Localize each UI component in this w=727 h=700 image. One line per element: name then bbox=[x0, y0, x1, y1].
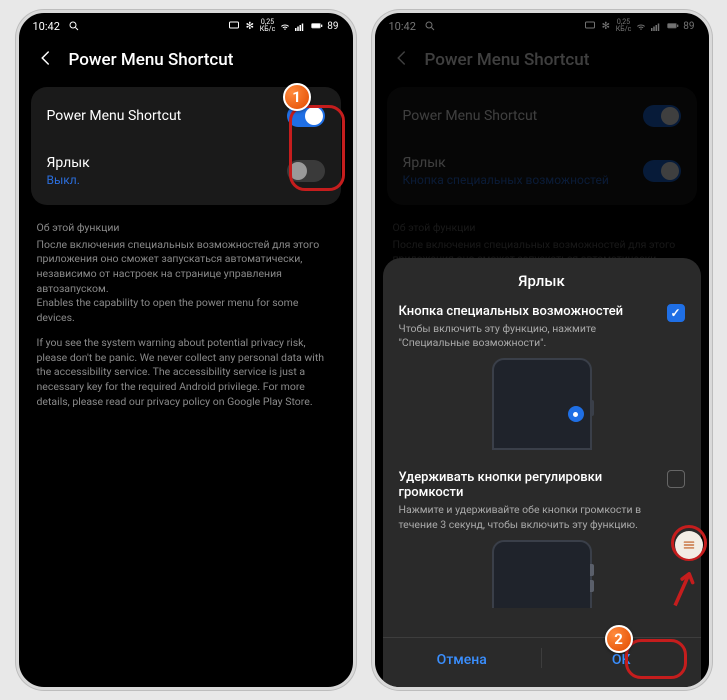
wifi-icon bbox=[279, 20, 291, 32]
option-desc: Нажмите и удерживайте обе кнопки громкос… bbox=[399, 503, 657, 531]
bluetooth-icon: ✻ bbox=[244, 20, 256, 32]
info-heading: Об этой функции bbox=[37, 221, 335, 236]
row-label: Ярлык bbox=[47, 155, 90, 171]
status-battery: 89 bbox=[327, 21, 338, 32]
signal-icon bbox=[651, 20, 663, 32]
status-bar: 10:42 ✻ 0,25 КБ/с 89 bbox=[19, 13, 353, 39]
back-button[interactable] bbox=[37, 49, 55, 71]
wifi-icon bbox=[635, 20, 647, 32]
status-time: 10:42 bbox=[389, 20, 416, 33]
settings-card: Power Menu Shortcut Ярлык Выкл. bbox=[31, 87, 341, 205]
option-title: Удерживать кнопки регулировки громкости bbox=[399, 470, 657, 500]
row-power-menu-shortcut[interactable]: Power Menu Shortcut bbox=[31, 91, 341, 141]
search-icon bbox=[68, 20, 80, 32]
cast-icon bbox=[228, 20, 240, 32]
page-title: Power Menu Shortcut bbox=[69, 50, 234, 70]
row-label: Power Menu Shortcut bbox=[47, 108, 182, 124]
info-heading: Об этой функции bbox=[393, 221, 691, 236]
row-label: Power Menu Shortcut bbox=[403, 108, 538, 124]
dialog-cancel-button[interactable]: Отмена bbox=[383, 638, 542, 678]
page-title: Power Menu Shortcut bbox=[425, 50, 590, 70]
dialog-option-a11y-button[interactable]: Кнопка специальных возможностей Чтобы вк… bbox=[399, 304, 685, 462]
dialog-title: Ярлык bbox=[399, 272, 685, 290]
cast-icon bbox=[584, 20, 596, 32]
toggle-shortcut[interactable] bbox=[287, 160, 325, 182]
row-shortcut[interactable]: Ярлык Выкл. bbox=[31, 141, 341, 201]
row-sublabel: Выкл. bbox=[47, 173, 90, 187]
checkbox-volume-hold[interactable] bbox=[667, 470, 685, 488]
signal-icon bbox=[295, 20, 307, 32]
a11y-dot-icon bbox=[568, 406, 584, 422]
option-desc: Чтобы включить эту функцию, нажмите "Спе… bbox=[399, 322, 657, 350]
toggle-power-menu bbox=[643, 105, 681, 127]
back-button bbox=[393, 49, 411, 71]
row-shortcut: Ярлык Кнопка специальных возможностей bbox=[387, 141, 697, 201]
status-speed: 0,25 КБ/с bbox=[260, 19, 275, 33]
info-block: Об этой функции После включения специаль… bbox=[19, 213, 353, 429]
status-speed: 0,25 КБ/с bbox=[616, 19, 631, 33]
info-text: If you see the system warning about pote… bbox=[37, 336, 335, 409]
bluetooth-icon: ✻ bbox=[600, 20, 612, 32]
phone-screenshot-1: 10:42 ✻ 0,25 КБ/с 89 bbox=[16, 10, 356, 690]
illustration-volume-hold bbox=[482, 540, 602, 608]
info-text: После включения специальных возможностей… bbox=[37, 238, 335, 297]
search-icon bbox=[424, 20, 436, 32]
dialog-buttons: Отмена ОК bbox=[383, 637, 701, 678]
shortcut-dialog: Ярлык Кнопка специальных возможностей Чт… bbox=[383, 258, 701, 688]
dialog-option-volume-hold[interactable]: Удерживать кнопки регулировки громкости … bbox=[399, 470, 685, 615]
row-sublabel: Кнопка специальных возможностей bbox=[403, 173, 609, 187]
info-text: Enables the capability to open the power… bbox=[37, 296, 335, 325]
battery-icon bbox=[311, 20, 323, 32]
option-title: Кнопка специальных возможностей bbox=[399, 304, 657, 319]
phone-screenshot-2: 10:42 ✻ 0,25 КБ/с 89 bbox=[372, 10, 712, 690]
toggle-shortcut bbox=[643, 160, 681, 182]
checkbox-a11y-button[interactable] bbox=[667, 304, 685, 322]
row-label: Ярлык bbox=[403, 155, 609, 171]
dialog-ok-button[interactable]: ОК bbox=[542, 638, 701, 678]
app-header: Power Menu Shortcut bbox=[375, 39, 709, 79]
toggle-power-menu[interactable] bbox=[287, 105, 325, 127]
app-header: Power Menu Shortcut bbox=[19, 39, 353, 79]
row-power-menu-shortcut: Power Menu Shortcut bbox=[387, 91, 697, 141]
floating-a11y-icon[interactable] bbox=[675, 531, 703, 559]
status-battery: 89 bbox=[683, 21, 694, 32]
settings-card: Power Menu Shortcut Ярлык Кнопка специал… bbox=[387, 87, 697, 205]
status-bar: 10:42 ✻ 0,25 КБ/с 89 bbox=[375, 13, 709, 39]
status-time: 10:42 bbox=[33, 20, 60, 33]
battery-icon bbox=[667, 20, 679, 32]
illustration-a11y-button bbox=[482, 358, 602, 450]
